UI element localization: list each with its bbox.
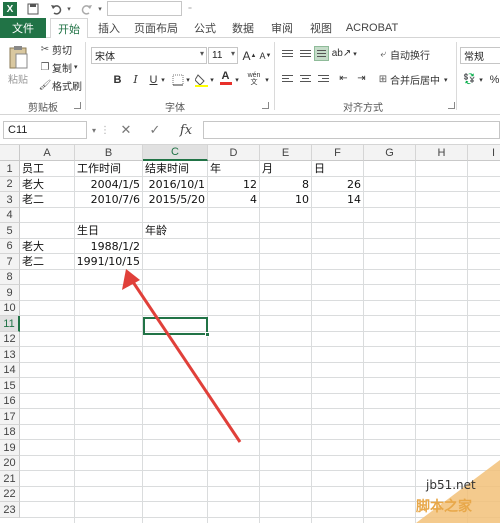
annotation-arrow [122,269,242,443]
